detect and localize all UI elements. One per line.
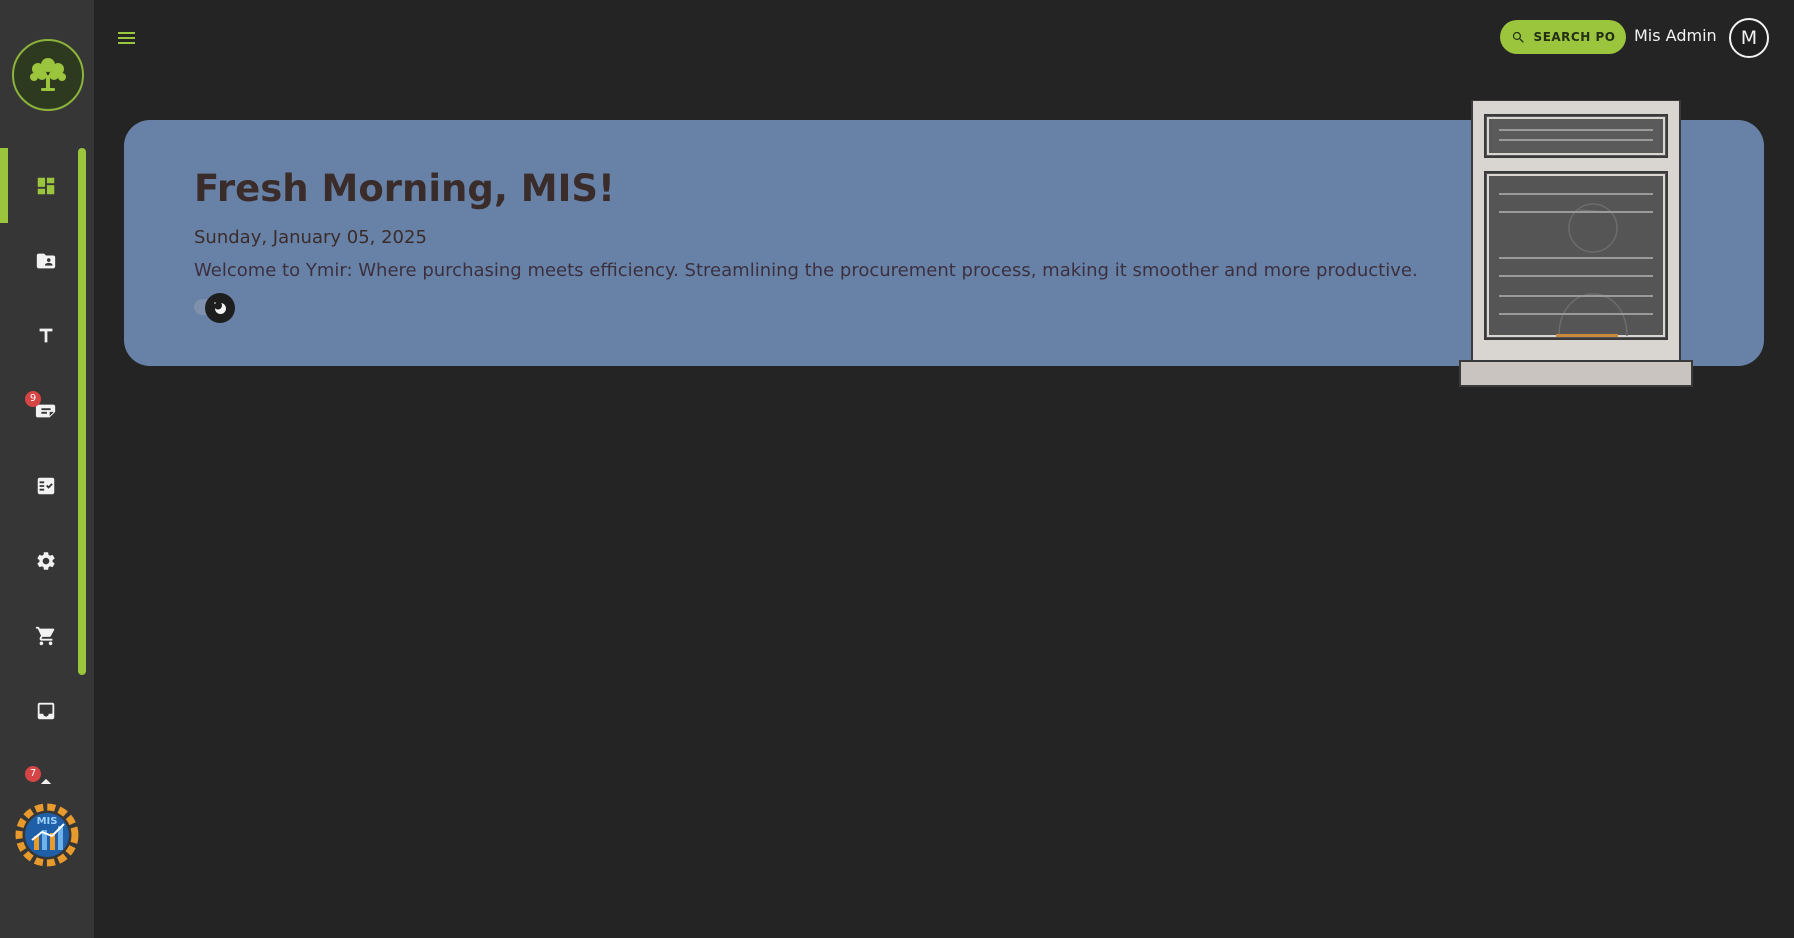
checklist-icon — [37, 477, 55, 495]
sidebar-item-partial[interactable]: 7 — [22, 762, 70, 784]
sidebar-item-inbox[interactable] — [22, 687, 70, 735]
dark-mode-toggle[interactable] — [194, 293, 242, 323]
sidebar-item-dashboard[interactable] — [22, 162, 70, 210]
user-name: Mis Admin — [1634, 26, 1717, 45]
dashboard-icon — [37, 177, 55, 195]
sidebar: 9 7 MIS — [0, 0, 94, 938]
hamburger-icon — [118, 32, 135, 44]
search-icon — [1512, 31, 1524, 43]
partial-badge: 7 — [25, 766, 41, 782]
greeting-title: Fresh Morning, MIS! — [194, 167, 615, 210]
moon-icon — [214, 301, 226, 314]
mis-logo-text: MIS — [37, 816, 58, 827]
avatar[interactable]: M — [1729, 18, 1769, 58]
sidebar-item-settings[interactable] — [22, 537, 70, 585]
toggle-knob — [205, 293, 235, 323]
sidebar-scrollbar[interactable] — [78, 148, 86, 675]
search-po-button[interactable]: SEARCH PO — [1500, 20, 1626, 54]
menu-toggle-button[interactable] — [115, 26, 139, 50]
cart-icon — [35, 626, 55, 646]
text-t-icon — [39, 328, 53, 343]
inbox-icon — [37, 702, 55, 720]
sidebar-item-text[interactable] — [22, 312, 70, 360]
sidebar-item-notes[interactable]: 9 — [22, 387, 70, 435]
folder-account-icon — [36, 253, 56, 269]
window-drawing — [1459, 99, 1693, 387]
sidebar-item-cart[interactable] — [22, 612, 70, 660]
window-illustration — [1459, 99, 1693, 388]
mis-gear-chart-icon: MIS — [15, 803, 79, 867]
current-date: Sunday, January 05, 2025 — [194, 227, 427, 248]
sidebar-item-checklist[interactable] — [22, 462, 70, 510]
nav-active-indicator — [0, 148, 8, 223]
gear-icon — [37, 552, 55, 570]
search-po-label: SEARCH PO — [1533, 30, 1616, 44]
tree-logo-icon[interactable] — [12, 39, 84, 111]
sidebar-item-folder-account[interactable] — [22, 237, 70, 285]
mis-logo-icon: MIS — [12, 802, 82, 868]
tree-logo-svg — [30, 58, 66, 91]
notes-badge: 9 — [25, 391, 41, 407]
welcome-message: Welcome to Ymir: Where purchasing meets … — [194, 260, 1418, 281]
